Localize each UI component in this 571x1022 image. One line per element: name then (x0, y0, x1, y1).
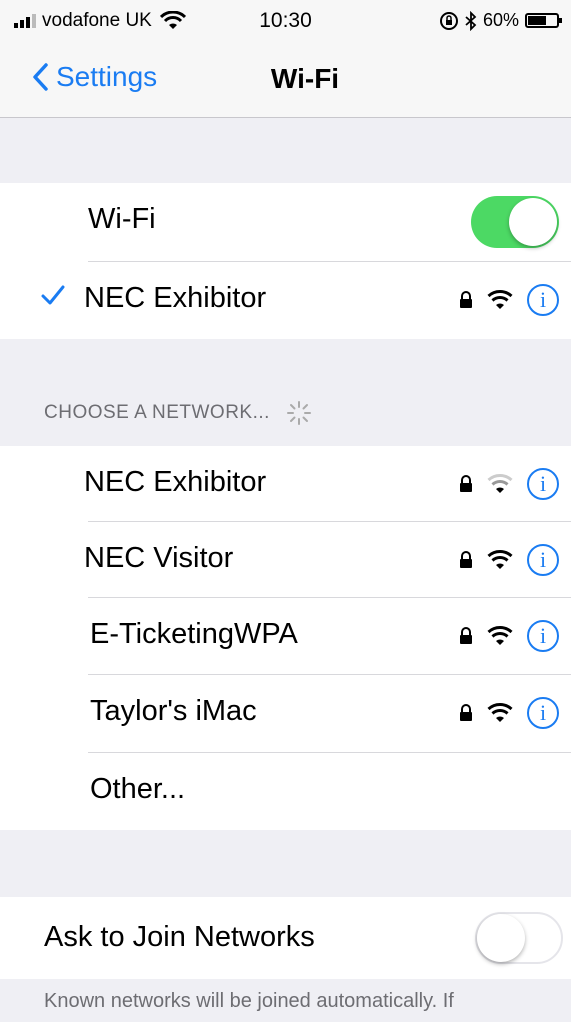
wifi-signal-icon (487, 626, 513, 645)
network-icons: i (459, 620, 559, 652)
ask-to-join-group: Ask to Join Networks (0, 897, 571, 979)
info-icon[interactable]: i (527, 284, 559, 316)
lock-icon (460, 291, 472, 308)
network-row[interactable]: NEC Visitor i (0, 522, 571, 598)
wifi-signal-icon (487, 474, 513, 493)
lock-icon (460, 627, 472, 644)
connected-network-row[interactable]: NEC Exhibitor i (0, 262, 571, 338)
wifi-signal-icon (487, 290, 513, 309)
info-icon[interactable]: i (527, 620, 559, 652)
wifi-group: Wi-Fi NEC Exhibitor i (0, 183, 571, 339)
lock-icon (460, 551, 472, 568)
connected-network-icons: i (459, 284, 559, 316)
wifi-toggle-label: Wi-Fi (88, 203, 156, 235)
network-row[interactable]: E-TicketingWPA i (0, 598, 571, 674)
network-name: Taylor's iMac (90, 695, 257, 727)
network-icons: i (459, 544, 559, 576)
loading-spinner-icon (286, 401, 311, 425)
network-icons: i (459, 468, 559, 500)
network-row[interactable]: NEC Exhibitor i (0, 446, 571, 522)
connected-network-name: NEC Exhibitor (84, 282, 267, 314)
bluetooth-icon (465, 10, 477, 31)
network-name: NEC Visitor (84, 542, 234, 574)
network-name: E-TicketingWPA (90, 618, 298, 650)
network-icons: i (459, 697, 559, 729)
section-header-label: CHOOSE A NETWORK... (44, 402, 270, 423)
choose-network-header: CHOOSE A NETWORK... (44, 400, 312, 426)
checkmark-icon (41, 285, 65, 305)
wifi-signal-icon (487, 550, 513, 569)
lock-icon (460, 704, 472, 721)
network-name: NEC Exhibitor (84, 466, 267, 498)
battery-icon (525, 13, 562, 28)
wifi-signal-icon (487, 703, 513, 722)
other-network-label: Other... (90, 773, 186, 805)
lock-icon (460, 475, 472, 492)
ask-to-join-row: Ask to Join Networks (0, 897, 571, 979)
network-row[interactable]: Taylor's iMac i (0, 675, 571, 751)
info-icon[interactable]: i (527, 697, 559, 729)
ask-to-join-label: Ask to Join Networks (44, 921, 315, 953)
info-icon[interactable]: i (527, 468, 559, 500)
wifi-toggle[interactable] (471, 196, 559, 248)
other-network-row[interactable]: Other... (0, 753, 571, 829)
footer-note: Known networks will be joined automatica… (44, 990, 454, 1012)
page-title: Wi-Fi (270, 63, 340, 94)
ask-to-join-toggle[interactable] (475, 912, 563, 964)
orientation-lock-icon (439, 11, 458, 30)
status-right: 60% (439, 10, 562, 31)
wifi-toggle-row: Wi-Fi (0, 183, 571, 259)
info-icon[interactable]: i (527, 544, 559, 576)
battery-percent: 60% (482, 10, 519, 30)
network-list: NEC Exhibitor i NEC Visitor i E-Ticketin… (0, 446, 571, 830)
navigation-bar: Settings Wi-Fi (0, 44, 571, 118)
status-bar: vodafone UK 10:30 60% (0, 0, 571, 44)
